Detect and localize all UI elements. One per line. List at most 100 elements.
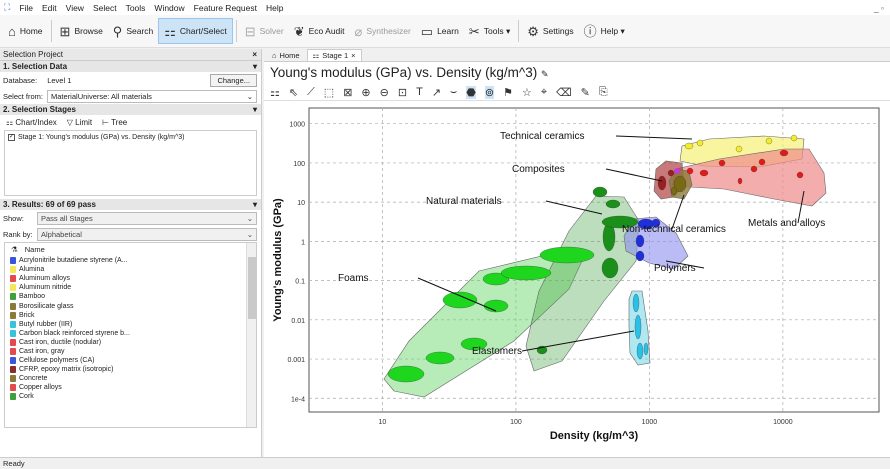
menu-edit[interactable]: Edit — [42, 3, 57, 13]
zoom-out-icon[interactable]: ⊖ — [380, 86, 389, 99]
menu-feature-request[interactable]: Feature Request — [194, 3, 257, 13]
list-item[interactable]: CFRP, epoxy matrix (isotropic) — [5, 365, 256, 374]
bubble-icon[interactable]: ⊚ — [484, 85, 495, 99]
list-item[interactable]: Alumina — [5, 265, 256, 274]
stage-item[interactable]: ✓ Stage 1: Young's modulus (GPa) vs. Den… — [8, 134, 253, 141]
help-button[interactable]: ⓘ Help ▾ — [579, 18, 630, 44]
arrow-icon[interactable]: ↗ — [432, 86, 441, 99]
tree-label: Tree — [111, 117, 128, 127]
list-item[interactable]: Brick — [5, 311, 256, 320]
menu-window[interactable]: Window — [154, 3, 184, 13]
limit-button[interactable]: ▽ Limit — [67, 118, 92, 127]
tab-stage-1[interactable]: ⚏ Stage 1 × — [306, 49, 362, 61]
star-icon[interactable]: ☆ — [522, 86, 532, 99]
list-header[interactable]: ⚗ Name — [5, 243, 256, 256]
select-from-dropdown[interactable]: MaterialUniverse: All materials ⌄ — [47, 89, 257, 103]
book-icon: ▭ — [420, 23, 434, 39]
change-button[interactable]: Change... — [210, 73, 257, 87]
select-from-label: Select from: — [3, 91, 44, 101]
panel-title-bar: Selection Project × — [0, 49, 261, 61]
settings-button[interactable]: ⚙ Settings — [522, 18, 578, 44]
zoom-in-icon[interactable]: ⊕ — [361, 86, 370, 99]
zoom-fit-icon[interactable]: ⊡ — [398, 86, 407, 99]
learn-button[interactable]: ▭ Learn — [416, 18, 464, 44]
list-item[interactable]: Borosilicate glass — [5, 301, 256, 310]
label-icon[interactable]: ⚑ — [503, 86, 513, 99]
list-item[interactable]: Carbon black reinforced styrene b... — [5, 329, 256, 338]
highlight-icon[interactable]: ⌖ — [541, 86, 547, 99]
menu-help[interactable]: Help — [266, 3, 283, 13]
text-icon[interactable]: T — [416, 86, 423, 98]
list-item[interactable]: Copper alloys — [5, 383, 256, 392]
section-selection-stages[interactable]: 2. Selection Stages ▾ — [0, 104, 261, 115]
list-item[interactable]: Bamboo — [5, 292, 256, 301]
collapse-icon[interactable]: ▾ — [253, 105, 257, 114]
database-row: Database: Level 1 Change... — [0, 72, 261, 88]
collapse-icon[interactable]: ▾ — [253, 200, 257, 209]
list-item-label: Carbon black reinforced styrene b... — [19, 329, 130, 337]
status-bar: Ready — [0, 457, 890, 469]
tab-home[interactable]: ⌂ Home — [267, 49, 305, 61]
chevron-down-icon: ⌄ — [246, 213, 253, 223]
tools-button[interactable]: ✂ Tools ▾ — [464, 18, 515, 44]
close-icon[interactable]: × — [252, 50, 257, 59]
list-item[interactable]: Cork — [5, 392, 256, 401]
list-item[interactable]: Aluminum nitride — [5, 283, 256, 292]
menu-view[interactable]: View — [66, 3, 84, 13]
checkbox-checked-icon[interactable]: ✓ — [8, 134, 15, 141]
pointer-icon[interactable]: ⇖ — [289, 86, 298, 99]
tools-icon: ✂ — [468, 23, 480, 39]
material-swatch-icon — [10, 357, 16, 365]
tech-material-bubble — [790, 134, 798, 142]
list-item[interactable]: Cast iron, gray — [5, 347, 256, 356]
window-controls[interactable]: _ ▫ — [874, 3, 884, 13]
list-item[interactable]: Aluminum alloys — [5, 274, 256, 283]
show-dropdown[interactable]: Pass all Stages ⌄ — [37, 211, 257, 225]
tree-button[interactable]: ⊢ Tree — [102, 118, 127, 127]
curve-icon[interactable]: ⌣ — [450, 86, 457, 99]
eco-audit-button[interactable]: ❦ Eco Audit — [289, 18, 350, 44]
edit-icon[interactable]: ✎ — [541, 69, 549, 79]
copy-icon[interactable]: ⎘ — [599, 86, 608, 99]
elastomers-material-bubble — [636, 342, 644, 360]
chart-settings-icon[interactable]: ⚏ — [270, 86, 280, 99]
scroll-thumb[interactable] — [248, 257, 256, 319]
chart-select-button[interactable]: ⚏ Chart/Select — [158, 18, 233, 44]
menu-file[interactable]: File — [19, 3, 33, 13]
material-swatch-icon — [10, 366, 16, 374]
help-icon: ⓘ — [583, 23, 597, 39]
list-item-label: CFRP, epoxy matrix (isotropic) — [19, 366, 114, 374]
search-button[interactable]: ⚲ Search — [108, 18, 158, 44]
synthesizer-button[interactable]: ⌀ Synthesizer — [350, 18, 416, 44]
metals-material-bubble — [699, 169, 709, 177]
chart-index-button[interactable]: ⚏ Chart/Index — [6, 118, 57, 127]
line-selection-icon[interactable]: ⟋ — [307, 86, 315, 99]
list-item[interactable]: Butyl rubber (IIR) — [5, 320, 256, 329]
section-results[interactable]: 3. Results: 69 of 69 pass ▾ — [0, 199, 261, 210]
list-scrollbar[interactable] — [246, 243, 256, 427]
eraser-icon[interactable]: ⌫ — [556, 86, 572, 99]
pen-icon[interactable]: ✎ — [581, 86, 590, 99]
delete-selection-icon[interactable]: ⊠ — [343, 86, 352, 99]
browse-button[interactable]: ⊞ Browse — [55, 18, 108, 44]
browse-label: Browse — [74, 26, 103, 36]
list-item[interactable]: Cast iron, ductile (nodular) — [5, 338, 256, 347]
home-button[interactable]: ⌂ Home — [3, 18, 48, 44]
solver-button[interactable]: ⊟ Solver — [240, 18, 289, 44]
box-selection-icon[interactable]: ⬚ — [324, 86, 334, 99]
list-item[interactable]: Concrete — [5, 374, 256, 383]
ashby-chart[interactable]: 10 100 1000 10000 1000 100 10 1 0.1 0.01 0.001 1e-4… — [264, 101, 890, 442]
list-item[interactable]: Cellulose polymers (CA) — [5, 356, 256, 365]
collapse-icon[interactable]: ▾ — [253, 62, 257, 71]
close-tab-icon[interactable]: × — [351, 51, 355, 60]
select-from-value: MaterialUniverse: All materials — [51, 91, 152, 101]
toolbar-divider — [518, 20, 520, 42]
menu-tools[interactable]: Tools — [126, 3, 146, 13]
help-label: Help ▾ — [600, 25, 625, 36]
section-selection-data[interactable]: 1. Selection Data ▾ — [0, 61, 261, 72]
menu-select[interactable]: Select — [93, 3, 117, 13]
envelope-icon[interactable]: ⬣ — [466, 85, 476, 99]
x-tick-label: 10 — [379, 419, 387, 426]
list-item[interactable]: Acrylonitrile butadiene styrene (A... — [5, 256, 256, 265]
rank-dropdown[interactable]: Alphabetical ⌄ — [37, 227, 257, 241]
